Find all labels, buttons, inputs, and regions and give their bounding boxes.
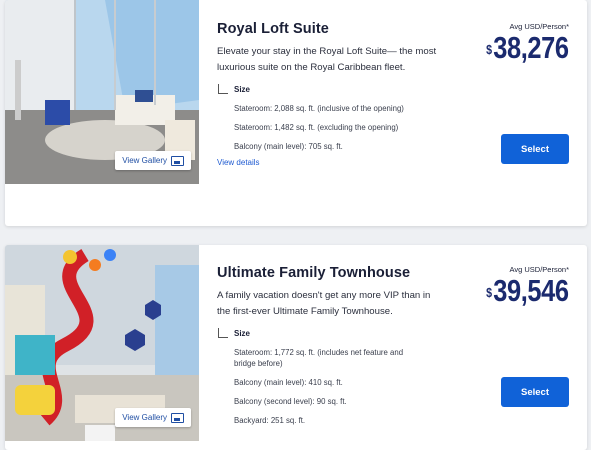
price-box: Avg USD/Person* $39,546 <box>468 265 570 308</box>
size-header: Size <box>217 84 437 95</box>
size-spec: Backyard: 251 sq. ft. <box>234 416 306 425</box>
gallery-icon <box>171 412 184 423</box>
size-spec: Stateroom: 1,772 sq. ft. (includes net f… <box>234 348 404 368</box>
suite-card-royal-loft: View Gallery Royal Loft Suite Elevate yo… <box>5 0 587 226</box>
size-spec: Balcony (second level): 90 sq. ft. <box>234 397 347 406</box>
view-details-link[interactable]: View details <box>217 158 437 167</box>
view-gallery-label: View Gallery <box>122 156 167 165</box>
currency-symbol: $ <box>486 285 493 300</box>
view-gallery-button[interactable]: View Gallery <box>115 408 191 427</box>
gallery-icon <box>171 155 184 166</box>
suite-card-ultimate-family-townhouse: View Gallery Ultimate Family Townhouse A… <box>5 245 587 450</box>
view-gallery-button[interactable]: View Gallery <box>115 151 191 170</box>
size-label: Size <box>234 329 251 338</box>
price-amount: 39,546 <box>493 273 570 308</box>
view-gallery-label: View Gallery <box>122 413 167 422</box>
size-header: Size <box>217 328 437 339</box>
price-amount: 38,276 <box>493 30 570 65</box>
suite-info: Ultimate Family Townhouse A family vacat… <box>217 245 437 426</box>
size-spec: Stateroom: 1,482 sq. ft. (excluding the … <box>234 123 399 132</box>
suite-photo[interactable]: View Gallery <box>5 0 199 184</box>
size-spec: Balcony (main level): 705 sq. ft. <box>234 142 343 151</box>
select-button[interactable]: Select <box>501 377 569 407</box>
price-box: Avg USD/Person* $38,276 <box>468 22 570 65</box>
suite-title: Royal Loft Suite <box>217 21 329 37</box>
price-value: $38,276 <box>486 30 570 65</box>
suite-description: Elevate your stay in the Royal Loft Suit… <box>217 46 437 73</box>
size-label: Size <box>234 85 251 94</box>
currency-symbol: $ <box>486 42 493 57</box>
price-value: $39,546 <box>486 273 570 308</box>
ruler-icon <box>217 84 228 95</box>
suite-title: Ultimate Family Townhouse <box>217 265 411 281</box>
size-spec: Stateroom: 2,088 sq. ft. (inclusive of t… <box>234 104 404 113</box>
size-spec: Balcony (main level): 410 sq. ft. <box>234 378 343 387</box>
select-button[interactable]: Select <box>501 134 569 164</box>
suite-photo[interactable]: View Gallery <box>5 245 199 441</box>
suite-info: Royal Loft Suite Elevate your stay in th… <box>217 0 437 167</box>
suite-description: A family vacation doesn't get any more V… <box>217 290 431 317</box>
ruler-icon <box>217 328 228 339</box>
